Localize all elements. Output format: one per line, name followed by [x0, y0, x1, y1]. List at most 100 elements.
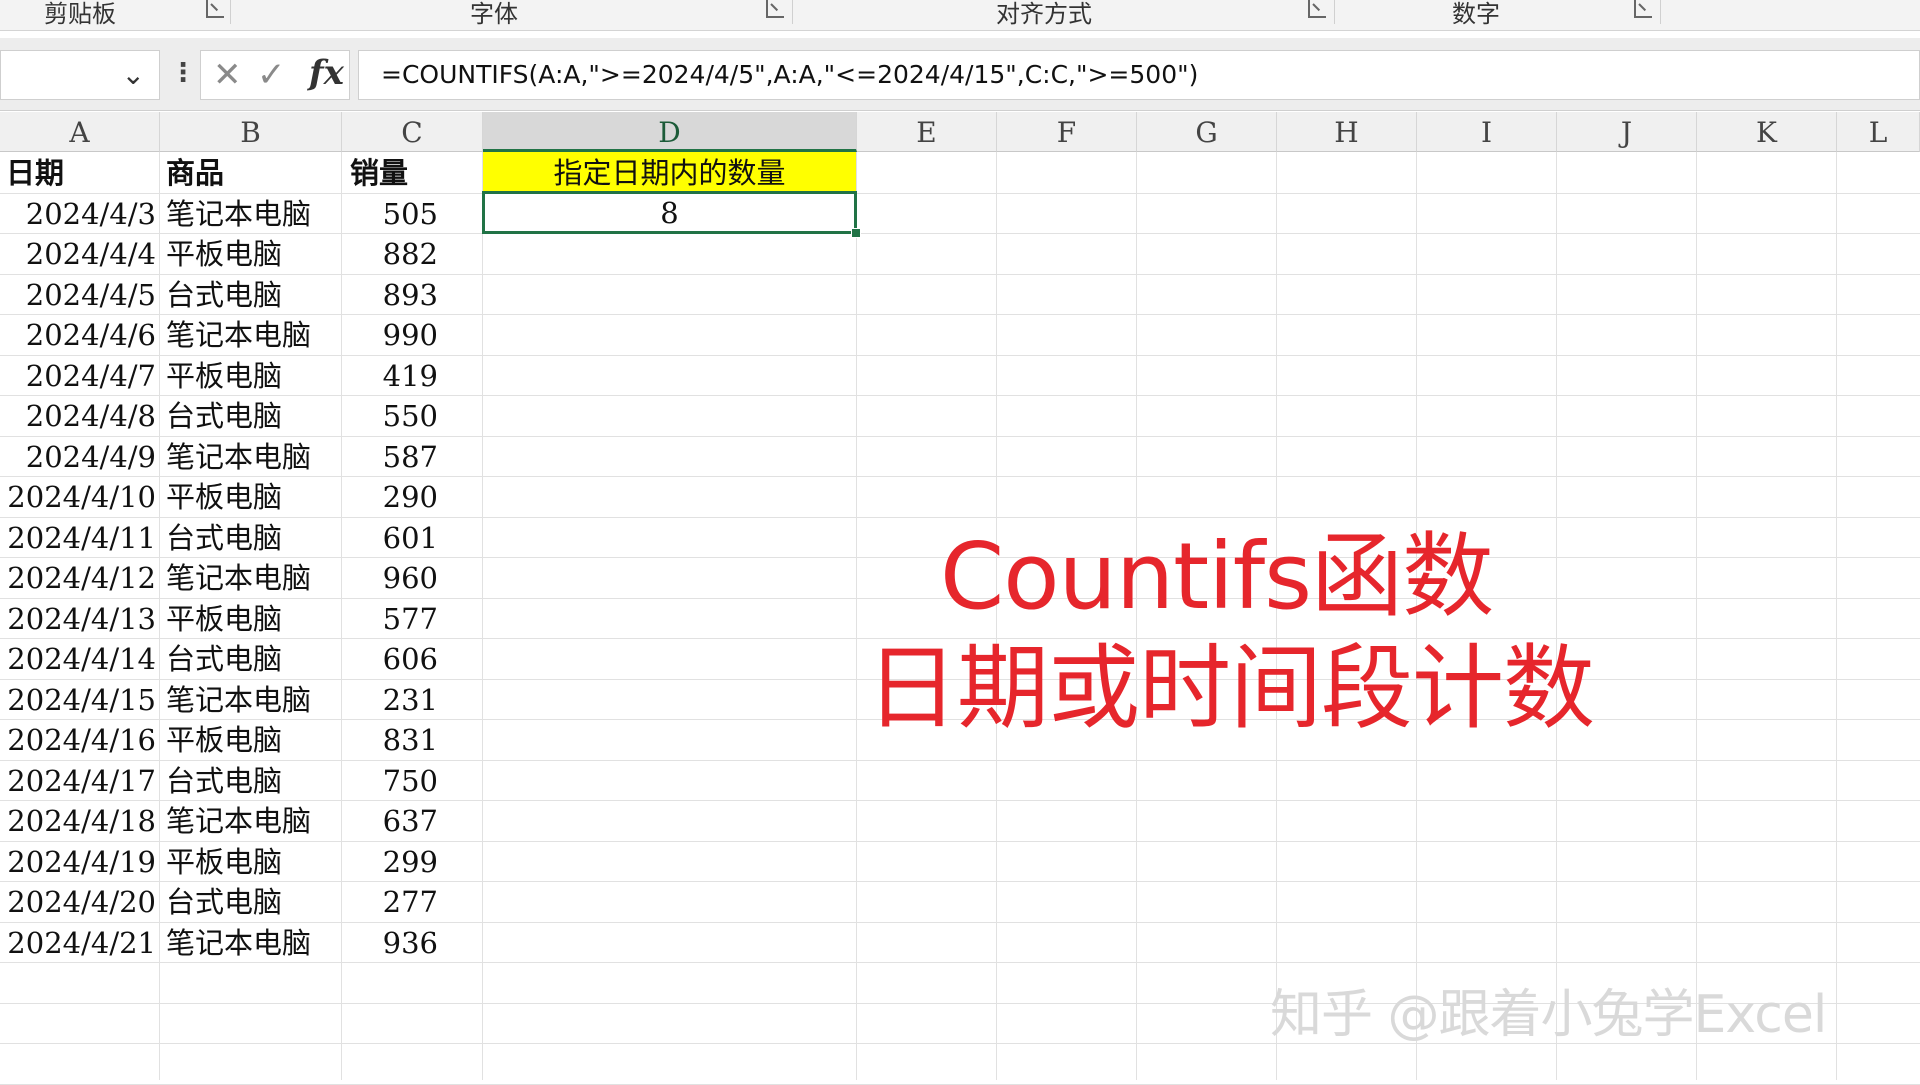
ribbon-group-clipboard: 剪贴板: [44, 0, 116, 28]
cell-sales[interactable]: 960: [342, 557, 438, 597]
column-header-l[interactable]: L: [1837, 112, 1920, 152]
cell-product[interactable]: 笔记本电脑: [166, 557, 342, 597]
more-options-icon[interactable]: ⋮: [170, 58, 196, 88]
cell-date[interactable]: 2024/4/13: [0, 598, 156, 638]
cell-product[interactable]: 平板电脑: [166, 719, 342, 759]
cell-product[interactable]: 台式电脑: [166, 881, 342, 921]
header-count-in-range[interactable]: 指定日期内的数量: [483, 152, 856, 192]
cell-sales[interactable]: 299: [342, 841, 438, 881]
cell-date[interactable]: 2024/4/11: [0, 517, 156, 557]
cell-date[interactable]: 2024/4/5: [0, 274, 156, 314]
fill-handle[interactable]: [851, 228, 861, 238]
cell-product[interactable]: 平板电脑: [166, 598, 342, 638]
ribbon-separator: [230, 0, 231, 24]
cell-date[interactable]: 2024/4/4: [0, 233, 156, 273]
cell-date[interactable]: 2024/4/21: [0, 922, 156, 962]
cell-date[interactable]: 2024/4/18: [0, 800, 156, 840]
cell-product[interactable]: 笔记本电脑: [166, 800, 342, 840]
cell-sales[interactable]: 550: [342, 395, 438, 435]
cell-date[interactable]: 2024/4/7: [0, 355, 156, 395]
cell-product[interactable]: 笔记本电脑: [166, 436, 342, 476]
cell-sales[interactable]: 893: [342, 274, 438, 314]
clipboard-launcher-icon[interactable]: .: [206, 0, 224, 18]
chevron-down-icon[interactable]: ⌄: [122, 61, 145, 89]
header-product[interactable]: 商品: [166, 152, 336, 192]
number-launcher-icon[interactable]: .: [1634, 0, 1652, 18]
column-header-c[interactable]: C: [342, 112, 483, 152]
cell-sales[interactable]: 936: [342, 922, 438, 962]
cell-date[interactable]: 2024/4/9: [0, 436, 156, 476]
cell-product[interactable]: 平板电脑: [166, 233, 342, 273]
column-header-d[interactable]: D: [483, 112, 857, 152]
cell-sales[interactable]: 990: [342, 314, 438, 354]
cell-product[interactable]: 台式电脑: [166, 517, 342, 557]
header-sales[interactable]: 销量: [350, 152, 480, 192]
cell-sales[interactable]: 577: [342, 598, 438, 638]
column-header-a[interactable]: A: [0, 112, 160, 152]
cell-product[interactable]: 台式电脑: [166, 760, 342, 800]
formula-input[interactable]: =COUNTIFS(A:A,">=2024/4/5",A:A,"<=2024/4…: [358, 50, 1920, 100]
cell-sales[interactable]: 750: [342, 760, 438, 800]
cell-sales[interactable]: 831: [342, 719, 438, 759]
column-header-e[interactable]: E: [857, 112, 997, 152]
cell-sales[interactable]: 277: [342, 881, 438, 921]
ribbon-group-alignment: 对齐方式: [996, 0, 1092, 28]
cell-product[interactable]: 笔记本电脑: [166, 679, 342, 719]
grid-line: [1696, 152, 1697, 1080]
formula-bar: ⌄ ⋮ ✕ ✓ fx =COUNTIFS(A:A,">=2024/4/5",A:…: [0, 38, 1920, 111]
cell-product[interactable]: 台式电脑: [166, 395, 342, 435]
insert-function-icon[interactable]: fx: [309, 53, 344, 93]
ribbon-group-font: 字体: [470, 0, 518, 28]
column-header-h[interactable]: H: [1277, 112, 1417, 152]
cell-product[interactable]: 笔记本电脑: [166, 193, 342, 233]
cell-date[interactable]: 2024/4/17: [0, 760, 156, 800]
column-header-j[interactable]: J: [1557, 112, 1697, 152]
cell-product[interactable]: 平板电脑: [166, 355, 342, 395]
cell-sales[interactable]: 637: [342, 800, 438, 840]
check-icon[interactable]: ✓: [257, 57, 286, 93]
cell-sales[interactable]: 419: [342, 355, 438, 395]
column-header-g[interactable]: G: [1137, 112, 1277, 152]
cell-sales[interactable]: 587: [342, 436, 438, 476]
header-date[interactable]: 日期: [6, 152, 156, 192]
cell-date[interactable]: 2024/4/16: [0, 719, 156, 759]
cell-date[interactable]: 2024/4/14: [0, 638, 156, 678]
cell-product[interactable]: 台式电脑: [166, 638, 342, 678]
grid-line: [856, 152, 857, 1080]
cell-sales[interactable]: 505: [342, 193, 438, 233]
grid-line: [0, 1083, 1920, 1085]
ribbon-separator: [792, 0, 793, 24]
cell-sales[interactable]: 290: [342, 476, 438, 516]
active-cell-border: [482, 191, 857, 234]
cell-date[interactable]: 2024/4/12: [0, 557, 156, 597]
cell-product[interactable]: 平板电脑: [166, 476, 342, 516]
cell-date[interactable]: 2024/4/15: [0, 679, 156, 719]
cell-sales[interactable]: 231: [342, 679, 438, 719]
cell-product[interactable]: 台式电脑: [166, 274, 342, 314]
cell-sales[interactable]: 606: [342, 638, 438, 678]
cell-date[interactable]: 2024/4/10: [0, 476, 156, 516]
worksheet-grid[interactable]: 日期 商品 销量 指定日期内的数量 8 2024/4/3 笔记本电脑 505 2024…: [0, 152, 1920, 1085]
cell-date[interactable]: 2024/4/6: [0, 314, 156, 354]
ribbon-separator: [1660, 0, 1661, 24]
column-header-k[interactable]: K: [1697, 112, 1837, 152]
cell-date[interactable]: 2024/4/3: [0, 193, 156, 233]
column-header-b[interactable]: B: [160, 112, 342, 152]
font-launcher-icon[interactable]: .: [766, 0, 784, 18]
name-box[interactable]: ⌄: [0, 50, 160, 100]
column-header-i[interactable]: I: [1417, 112, 1557, 152]
cell-sales[interactable]: 601: [342, 517, 438, 557]
formula-buttons: ✕ ✓ fx: [200, 50, 350, 100]
alignment-launcher-icon[interactable]: .: [1308, 0, 1326, 18]
cell-product[interactable]: 笔记本电脑: [166, 922, 342, 962]
cell-date[interactable]: 2024/4/19: [0, 841, 156, 881]
grid-line: [0, 962, 1920, 963]
cell-sales[interactable]: 882: [342, 233, 438, 273]
column-header-f[interactable]: F: [997, 112, 1137, 152]
cell-product[interactable]: 平板电脑: [166, 841, 342, 881]
cell-product[interactable]: 笔记本电脑: [166, 314, 342, 354]
cell-date[interactable]: 2024/4/8: [0, 395, 156, 435]
cell-date[interactable]: 2024/4/20: [0, 881, 156, 921]
grid-line: [1836, 152, 1837, 1080]
cancel-icon[interactable]: ✕: [213, 57, 242, 93]
